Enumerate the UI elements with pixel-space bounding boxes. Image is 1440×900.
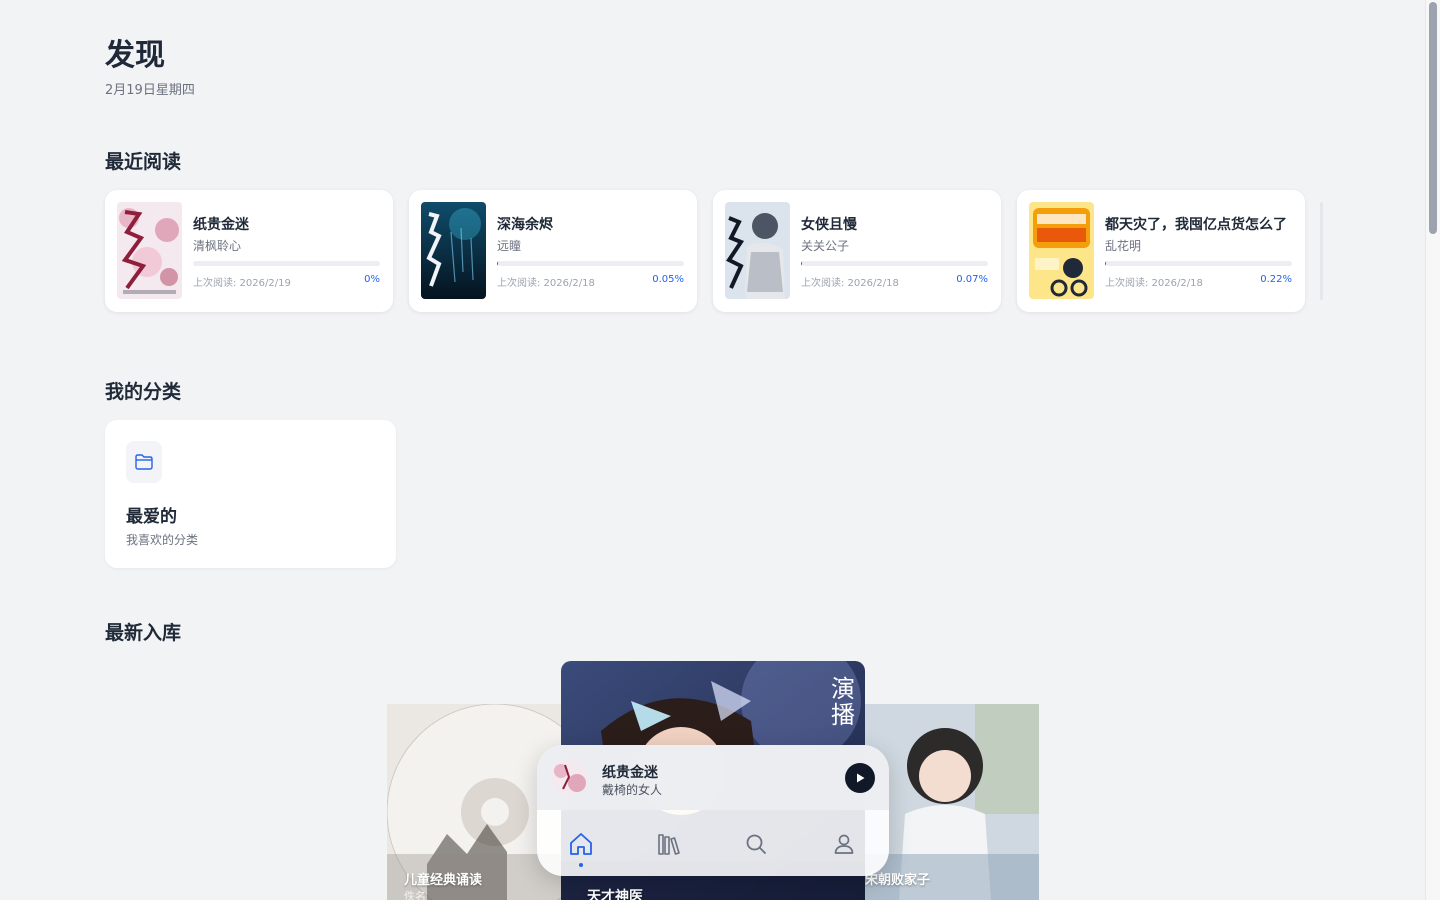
library-icon[interactable]	[651, 829, 687, 859]
reading-progress-bar	[497, 261, 684, 266]
cover-lettering: 演	[831, 676, 855, 703]
page-title: 发现	[105, 38, 165, 73]
search-icon[interactable]	[738, 829, 774, 859]
newest-book-title: 儿童经典诵读	[404, 873, 483, 888]
progress-percent: 0.05%	[652, 274, 684, 285]
book-title: 纸贵金迷	[193, 217, 249, 233]
book-cover	[725, 202, 790, 299]
progress-percent: 0%	[364, 274, 380, 285]
section-title-newest: 最新入库	[105, 622, 182, 644]
last-read-date: 上次阅读: 2026/2/18	[801, 278, 899, 289]
profile-icon[interactable]	[826, 829, 862, 859]
book-author: 乱花明	[1105, 239, 1142, 253]
play-icon[interactable]	[845, 763, 875, 793]
now-playing-cover	[551, 759, 588, 796]
recent-book-card[interactable]: 都天灾了，我囤亿点货怎么了 乱花明 上次阅读: 2026/2/18 0.22%	[1017, 190, 1305, 312]
newest-book-author: 佚名	[404, 890, 426, 900]
recent-book-card[interactable]: 纸贵金迷 清枫聆心 上次阅读: 2026/2/19 0%	[105, 190, 393, 312]
progress-percent: 0.07%	[956, 274, 988, 285]
category-description: 我喜欢的分类	[126, 533, 199, 547]
reading-progress-bar	[193, 261, 380, 266]
page-date: 2月19日星期四	[105, 83, 195, 98]
section-title-recent: 最近阅读	[105, 151, 182, 173]
category-name: 最爱的	[126, 507, 177, 527]
book-author: 关关公子	[801, 239, 850, 253]
last-read-date: 上次阅读: 2026/2/18	[1105, 278, 1203, 289]
newest-book-title: 天才神医	[587, 889, 643, 900]
recent-book-card[interactable]: 深海余烬 远瞳 上次阅读: 2026/2/18 0.05%	[409, 190, 697, 312]
next-card-peek	[1320, 202, 1323, 300]
reading-progress-bar	[1105, 261, 1292, 266]
book-title: 都天灾了，我囤亿点货怎么了	[1105, 217, 1287, 233]
category-card[interactable]: 最爱的 我喜欢的分类	[105, 420, 396, 568]
newest-book-card[interactable]: 宋朝败家子	[865, 704, 1039, 900]
scrollbar-thumb[interactable]	[1429, 2, 1437, 234]
progress-percent: 0.22%	[1260, 274, 1292, 285]
book-cover	[1029, 202, 1094, 299]
recent-reading-list: 纸贵金迷 清枫聆心 上次阅读: 2026/2/19 0% 深海余烬 远瞳 上次阅…	[105, 190, 1325, 312]
now-playing-bar[interactable]: 纸贵金迷 戴椅的女人	[537, 745, 889, 810]
book-author: 清枫聆心	[193, 239, 242, 253]
book-title: 深海余烬	[497, 217, 553, 233]
mini-player: 纸贵金迷 戴椅的女人	[537, 745, 889, 876]
now-playing-title: 纸贵金迷	[602, 765, 658, 781]
now-playing-subtitle: 戴椅的女人	[602, 783, 663, 797]
page-scrollbar[interactable]	[1425, 0, 1440, 900]
home-icon[interactable]	[563, 829, 599, 859]
book-cover	[421, 202, 486, 299]
cover-lettering: 播	[831, 702, 855, 729]
book-author: 远瞳	[497, 239, 522, 253]
last-read-date: 上次阅读: 2026/2/19	[193, 278, 291, 289]
book-cover	[117, 202, 182, 299]
reading-progress-bar	[801, 261, 988, 266]
recent-book-card[interactable]: 女侠且慢 关关公子 上次阅读: 2026/2/18 0.07%	[713, 190, 1001, 312]
active-tab-indicator	[579, 863, 583, 867]
last-read-date: 上次阅读: 2026/2/18	[497, 278, 595, 289]
book-title: 女侠且慢	[801, 217, 857, 233]
folder-icon	[126, 441, 162, 483]
section-title-categories: 我的分类	[105, 381, 182, 403]
